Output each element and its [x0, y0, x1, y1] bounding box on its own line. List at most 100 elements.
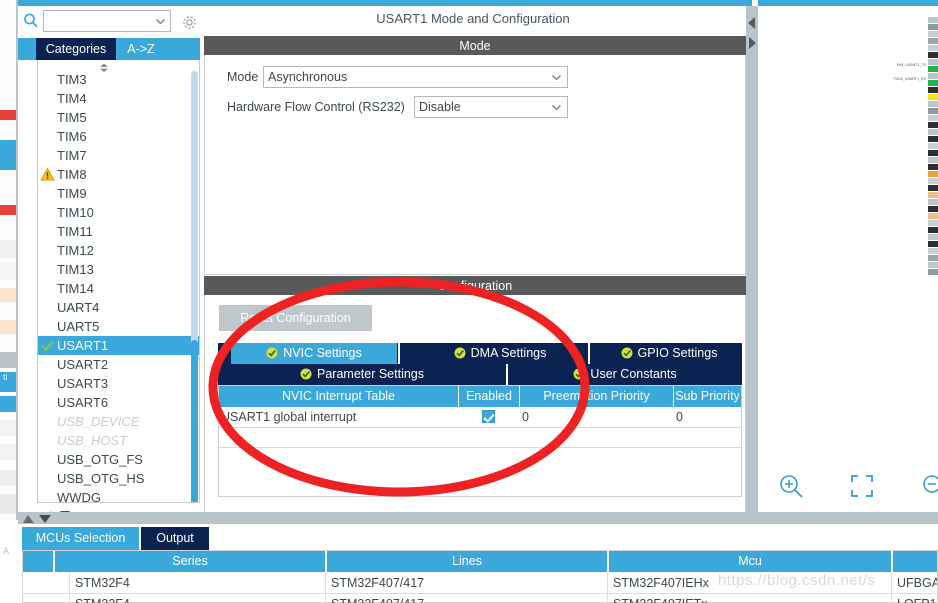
- cell-enabled[interactable]: [459, 407, 519, 427]
- peripheral-item-usb_otg_hs[interactable]: USB_OTG_HS: [38, 469, 184, 488]
- tab-output[interactable]: Output: [141, 527, 209, 550]
- collapse-left-icon[interactable]: [746, 16, 758, 30]
- peripheral-item-usb_device[interactable]: USB_DEVICE: [38, 412, 184, 431]
- scroll-up-icon[interactable]: [97, 62, 111, 72]
- column-divider: [69, 572, 70, 603]
- nvic-interrupt-table: NVIC Interrupt Table Enabled Preemption …: [218, 385, 742, 497]
- collapse-down-icon[interactable]: [38, 513, 52, 523]
- peripheral-item-usb_otg_fs[interactable]: USB_OTG_FS: [38, 450, 184, 469]
- peripheral-item-tim10[interactable]: TIM10: [38, 203, 184, 222]
- peripheral-item-tim11[interactable]: TIM11: [38, 222, 184, 241]
- tab-dma-settings[interactable]: DMA Settings: [410, 343, 590, 364]
- peripheral-item-tim13[interactable]: TIM13: [38, 260, 184, 279]
- peripheral-item-label: UART5: [57, 319, 99, 334]
- peripheral-item-usart3[interactable]: USART3: [38, 374, 184, 393]
- enabled-checkbox[interactable]: [482, 410, 495, 423]
- col-header-enabled[interactable]: Enabled: [459, 386, 519, 407]
- peripheral-item-wwdg[interactable]: WWDG: [38, 488, 184, 503]
- fit-to-screen-icon[interactable]: [848, 472, 876, 500]
- peripheral-item-uart4[interactable]: UART4: [38, 298, 184, 317]
- watermark: https://blog.csdn.net/s: [718, 572, 875, 589]
- search-combo[interactable]: [43, 10, 171, 32]
- search-input[interactable]: [44, 11, 149, 31]
- peripheral-item-tim6[interactable]: TIM6: [38, 127, 184, 146]
- col-header-mcu[interactable]: Mcu: [609, 551, 891, 572]
- column-divider: [325, 551, 327, 572]
- tab-nvic-settings[interactable]: NVIC Settings: [231, 343, 397, 364]
- col-header-preemption-priority[interactable]: Preemption Priority: [520, 386, 673, 407]
- tab-divider: [588, 343, 590, 364]
- field-mode-label: Mode: [227, 66, 258, 88]
- col-header-nvic-interrupt-table[interactable]: NVIC Interrupt Table: [219, 386, 458, 407]
- panel-splitter-horizontal[interactable]: [18, 512, 938, 524]
- peripheral-item-label: TIM9: [57, 186, 87, 201]
- column-divider: [891, 551, 893, 572]
- col-header-package[interactable]: [893, 551, 937, 572]
- background-window-letter: A: [3, 546, 9, 556]
- tab-parameter-settings[interactable]: Parameter Settings: [218, 364, 506, 385]
- peripheral-item-label: USB_OTG_HS: [57, 471, 144, 486]
- peripheral-item-tim3[interactable]: TIM3: [38, 70, 184, 89]
- cell-sub-priority[interactable]: 0: [676, 407, 741, 427]
- cell-interrupt-name: USART1 global interrupt: [219, 407, 458, 427]
- reset-configuration-button[interactable]: Reset Configuration: [219, 305, 372, 331]
- mode-select[interactable]: Asynchronous: [263, 66, 568, 88]
- field-hardware-flow-control: Hardware Flow Control (RS232) Disable: [227, 96, 727, 118]
- cell-series: STM32F4: [71, 594, 325, 603]
- peripheral-item-uart5[interactable]: UART5: [38, 317, 184, 336]
- configuration-section-header: Configuration: [204, 276, 746, 296]
- tab-gpio-settings[interactable]: GPIO Settings: [596, 343, 742, 364]
- peripheral-item-tim9[interactable]: TIM9: [38, 184, 184, 203]
- chip-view-panel[interactable]: PA9_USART1_TX PA10_USART1_RX: [758, 0, 938, 520]
- peripheral-item-usart6[interactable]: USART6: [38, 393, 184, 412]
- col-header-series[interactable]: Series: [55, 551, 325, 572]
- col-header-lines[interactable]: Lines: [327, 551, 607, 572]
- chevron-down-icon[interactable]: [551, 72, 562, 83]
- tab-user-constants[interactable]: User Constants: [508, 364, 742, 385]
- peripheral-list[interactable]: TIM3TIM4TIM5TIM6TIM7TIM8TIM9TIM10TIM11TI…: [37, 60, 200, 503]
- peripheral-item-label: UART4: [57, 300, 99, 315]
- cubemx-window: ti: [0, 0, 938, 603]
- hardware-flow-control-select[interactable]: Disable: [414, 96, 568, 118]
- collapse-up-icon[interactable]: [22, 513, 36, 523]
- peripheral-item-tim7[interactable]: TIM7: [38, 146, 184, 165]
- peripheral-item-tim12[interactable]: TIM12: [38, 241, 184, 260]
- column-divider: [325, 572, 326, 603]
- peripheral-list-items: TIM3TIM4TIM5TIM6TIM7TIM8TIM9TIM10TIM11TI…: [38, 70, 184, 503]
- panel-splitter-vertical[interactable]: [746, 6, 758, 520]
- peripheral-item-label: TIM13: [57, 262, 94, 277]
- gear-icon[interactable]: [181, 14, 198, 31]
- pin-label-rx: PA10_USART1_RX: [894, 77, 926, 81]
- peripheral-item-label: TIM5: [57, 110, 87, 125]
- right-panel-top-accent: [758, 0, 938, 6]
- col-header-sub-priority[interactable]: Sub Priority: [674, 386, 741, 407]
- green-check-icon: [573, 366, 585, 387]
- chevron-down-icon[interactable]: [551, 102, 562, 113]
- tab-a-to-z[interactable]: A->Z: [119, 38, 163, 60]
- list-scrollbar-thumb[interactable]: [191, 340, 198, 503]
- peripheral-item-tim5[interactable]: TIM5: [38, 108, 184, 127]
- peripheral-item-tim14[interactable]: TIM14: [38, 279, 184, 298]
- configuration-section-body: Reset Configuration NVIC Settings: [204, 295, 746, 513]
- peripheral-item-tim4[interactable]: TIM4: [38, 89, 184, 108]
- peripheral-item-tim8[interactable]: TIM8: [38, 165, 184, 184]
- tab-categories[interactable]: Categories: [36, 38, 116, 60]
- peripheral-item-usart1[interactable]: USART1: [38, 336, 200, 355]
- zoom-in-icon[interactable]: [777, 472, 805, 500]
- cell-preemption-priority[interactable]: 0: [522, 407, 673, 427]
- tab-mcus-selection[interactable]: MCUs Selection: [22, 527, 139, 550]
- row-divider: [219, 427, 741, 428]
- cell-package: UFBGA176: [893, 573, 937, 593]
- table-corner-cell[interactable]: [23, 551, 53, 572]
- column-divider: [891, 572, 892, 603]
- peripheral-item-label: USART1: [57, 338, 108, 353]
- collapse-right-icon[interactable]: [746, 36, 758, 50]
- zoom-out-icon[interactable]: [920, 472, 938, 500]
- bottom-panel: MCUs Selection Output Series Lines Mcu S…: [18, 524, 938, 603]
- field-hardware-flow-control-label: Hardware Flow Control (RS232): [227, 96, 405, 118]
- peripheral-item-label: TIM14: [57, 281, 94, 296]
- peripheral-item-label: USB_OTG_FS: [57, 452, 143, 467]
- peripheral-item-usart2[interactable]: USART2: [38, 355, 184, 374]
- chevron-down-icon[interactable]: [155, 16, 166, 27]
- peripheral-item-usb_host[interactable]: USB_HOST: [38, 431, 184, 450]
